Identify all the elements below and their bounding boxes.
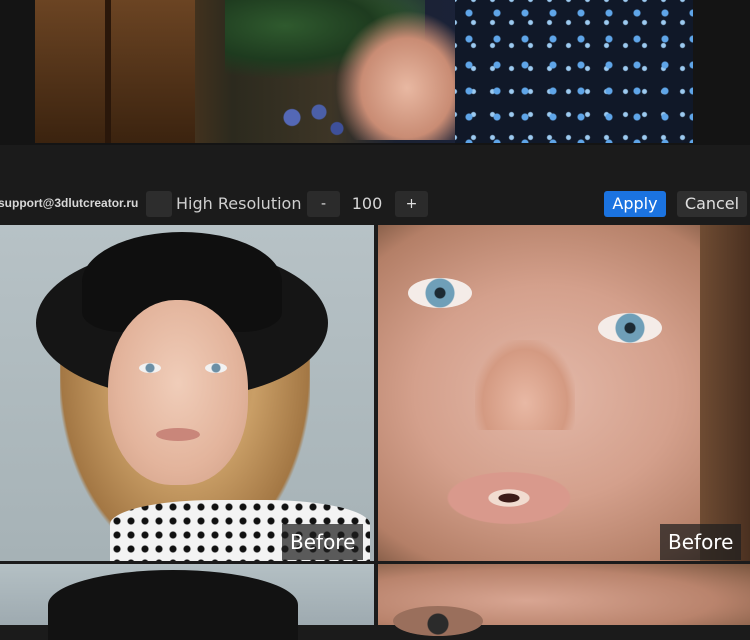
- panel-divider-vertical: [374, 225, 378, 625]
- portrait-lips: [156, 428, 200, 441]
- export-toolbar: support@3dlutcreator.ru High Resolution …: [0, 184, 750, 224]
- panel-divider-horizontal: [0, 561, 750, 564]
- resolution-decrement-button[interactable]: -: [307, 191, 340, 217]
- closeup-nose: [475, 340, 575, 430]
- closeup-left-eye: [408, 278, 472, 308]
- closeup-mouth: [438, 468, 580, 528]
- high-resolution-label: High Resolution: [176, 194, 302, 213]
- before-label-left: Before: [282, 524, 364, 560]
- photo-window-frame: [35, 0, 195, 143]
- top-preview: [0, 0, 750, 145]
- portrait-left-eye: [139, 363, 161, 373]
- resolution-value: 100: [351, 194, 383, 213]
- after-closeup-eye: [393, 606, 483, 636]
- closeup-hair: [700, 225, 750, 561]
- after-portrait-hat: [48, 570, 298, 640]
- portrait-face: [108, 300, 248, 485]
- closeup-right-eye: [598, 313, 662, 343]
- high-resolution-checkbox[interactable]: [146, 191, 172, 217]
- before-label-right: Before: [660, 524, 742, 560]
- cancel-button[interactable]: Cancel: [677, 191, 747, 217]
- support-email[interactable]: support@3dlutcreator.ru: [0, 196, 138, 210]
- photo-floral-dress: [455, 0, 693, 143]
- preview-photo: [35, 0, 693, 143]
- resolution-increment-button[interactable]: +: [395, 191, 428, 217]
- portrait-right-eye: [205, 363, 227, 373]
- apply-button[interactable]: Apply: [604, 191, 666, 217]
- photo-hand: [335, 10, 455, 140]
